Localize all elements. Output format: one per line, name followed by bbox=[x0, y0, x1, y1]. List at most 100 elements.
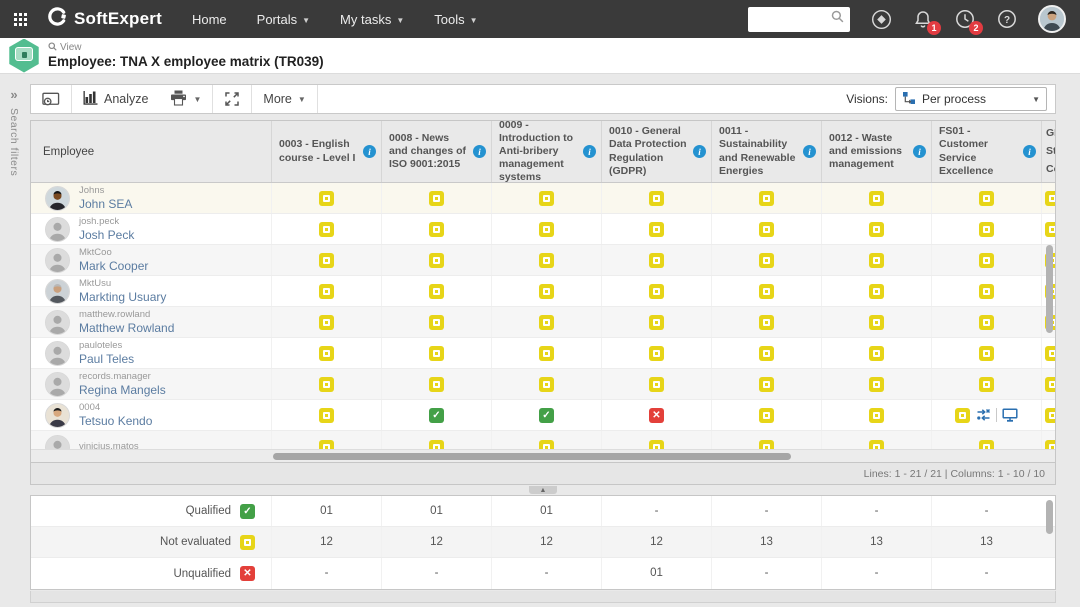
column-header-0003[interactable]: 0003 - English course - Level Ii bbox=[271, 121, 381, 182]
column-header-0011[interactable]: 0011 - Sustainability and Renewable Ener… bbox=[711, 121, 821, 182]
not-evaluated-status-icon[interactable] bbox=[759, 222, 774, 237]
analyze-button[interactable]: Analyze bbox=[72, 85, 159, 113]
fullscreen-button[interactable] bbox=[213, 85, 251, 113]
not-evaluated-status-icon[interactable] bbox=[319, 284, 334, 299]
info-icon[interactable]: i bbox=[473, 145, 486, 158]
pending-activities-icon[interactable]: 2 bbox=[954, 8, 976, 30]
softexpert-logo[interactable]: SoftExpert bbox=[48, 7, 162, 31]
qualified-status-icon[interactable]: ✓ bbox=[429, 408, 444, 423]
grid-vertical-scrollbar-thumb[interactable] bbox=[1046, 245, 1053, 333]
column-header-0012[interactable]: 0012 - Waste and emissions managementi bbox=[821, 121, 931, 182]
employee-row[interactable]: paulotelesPaul Teles bbox=[31, 338, 1055, 369]
employee-row[interactable]: 0004Tetsuo Kendo✓✓✕ bbox=[31, 400, 1055, 431]
not-evaluated-status-icon[interactable] bbox=[539, 191, 554, 206]
not-evaluated-status-icon[interactable] bbox=[429, 191, 444, 206]
not-evaluated-status-icon[interactable] bbox=[539, 253, 554, 268]
employee-name[interactable]: John SEA bbox=[79, 198, 132, 211]
not-evaluated-status-icon[interactable] bbox=[539, 284, 554, 299]
column-header-0010[interactable]: 0010 - General Data Protection Regulatio… bbox=[601, 121, 711, 182]
employee-row[interactable]: josh.peckJosh Peck bbox=[31, 214, 1055, 245]
not-evaluated-status-icon[interactable] bbox=[429, 315, 444, 330]
column-header-0008[interactable]: 0008 - News and changes of ISO 9001:2015… bbox=[381, 121, 491, 182]
not-evaluated-status-icon[interactable] bbox=[869, 346, 884, 361]
not-evaluated-status-icon[interactable] bbox=[539, 377, 554, 392]
print-dropdown-caret-icon[interactable]: ▼ bbox=[193, 95, 201, 104]
info-icon[interactable]: i bbox=[913, 145, 926, 158]
unqualified-status-icon[interactable]: ✕ bbox=[649, 408, 664, 423]
menu-item-home[interactable]: Home bbox=[192, 12, 227, 27]
qualified-status-icon[interactable]: ✓ bbox=[539, 408, 554, 423]
not-evaluated-status-icon[interactable] bbox=[979, 222, 994, 237]
column-header-fs01[interactable]: FS01 - Customer Service Excellencei bbox=[931, 121, 1041, 182]
summary-vertical-scrollbar-thumb[interactable] bbox=[1046, 500, 1053, 534]
splitter-handle[interactable]: ▲ bbox=[529, 486, 557, 494]
employee-row[interactable]: JohnsJohn SEA bbox=[31, 183, 1055, 214]
not-evaluated-status-icon[interactable] bbox=[869, 191, 884, 206]
not-evaluated-status-icon[interactable] bbox=[869, 222, 884, 237]
not-evaluated-status-icon[interactable] bbox=[955, 408, 970, 423]
not-evaluated-status-icon[interactable] bbox=[429, 222, 444, 237]
not-evaluated-status-icon[interactable] bbox=[649, 346, 664, 361]
notifications-bell-icon[interactable]: 1 bbox=[912, 8, 934, 30]
help-icon[interactable]: ? bbox=[996, 8, 1018, 30]
employee-row[interactable]: matthew.rowlandMatthew Rowland bbox=[31, 307, 1055, 338]
not-evaluated-status-icon[interactable] bbox=[319, 315, 334, 330]
column-header-0009[interactable]: 0009 - Introduction to Anti-bribery mana… bbox=[491, 121, 601, 182]
not-evaluated-status-icon[interactable] bbox=[759, 191, 774, 206]
info-icon[interactable]: i bbox=[1023, 145, 1036, 158]
not-evaluated-status-icon[interactable] bbox=[979, 346, 994, 361]
not-evaluated-status-icon[interactable] bbox=[869, 253, 884, 268]
not-evaluated-status-icon[interactable] bbox=[979, 253, 994, 268]
not-evaluated-status-icon[interactable] bbox=[869, 284, 884, 299]
not-evaluated-status-icon[interactable] bbox=[319, 191, 334, 206]
search-input[interactable] bbox=[754, 12, 831, 26]
not-evaluated-status-icon[interactable] bbox=[979, 284, 994, 299]
monitor-training-icon[interactable] bbox=[1002, 407, 1018, 423]
not-evaluated-status-icon[interactable] bbox=[759, 346, 774, 361]
grid-horizontal-scrollbar-thumb[interactable] bbox=[273, 453, 791, 460]
not-evaluated-status-icon[interactable] bbox=[759, 377, 774, 392]
not-evaluated-status-icon[interactable] bbox=[759, 253, 774, 268]
quick-access-icon[interactable] bbox=[870, 8, 892, 30]
employee-row[interactable]: MktUsuMarkting Usuary bbox=[31, 276, 1055, 307]
employee-row[interactable]: records.managerRegina Mangels bbox=[31, 369, 1055, 400]
info-icon[interactable]: i bbox=[803, 145, 816, 158]
not-evaluated-status-icon[interactable] bbox=[759, 315, 774, 330]
info-icon[interactable]: i bbox=[693, 145, 706, 158]
employee-name[interactable]: Mark Cooper bbox=[79, 260, 148, 273]
not-evaluated-status-icon[interactable] bbox=[429, 377, 444, 392]
more-button[interactable]: More ▼ bbox=[252, 85, 316, 113]
not-evaluated-status-icon[interactable] bbox=[319, 346, 334, 361]
menu-item-my-tasks[interactable]: My tasks▼ bbox=[340, 12, 404, 27]
not-evaluated-status-icon[interactable] bbox=[979, 315, 994, 330]
not-evaluated-status-icon[interactable] bbox=[539, 222, 554, 237]
search-filters-panel-toggle[interactable]: » Search filters bbox=[0, 83, 28, 607]
employee-name[interactable]: Paul Teles bbox=[79, 353, 134, 366]
visions-dropdown[interactable]: Per process ▼ bbox=[895, 87, 1047, 111]
not-evaluated-status-icon[interactable] bbox=[649, 284, 664, 299]
info-icon[interactable]: i bbox=[583, 145, 596, 158]
not-evaluated-status-icon[interactable] bbox=[759, 408, 774, 423]
print-button[interactable]: ▼ bbox=[159, 85, 212, 113]
not-evaluated-status-icon[interactable] bbox=[649, 191, 664, 206]
employee-name[interactable]: Tetsuo Kendo bbox=[79, 415, 152, 428]
not-evaluated-status-icon[interactable] bbox=[979, 377, 994, 392]
employee-name[interactable]: Josh Peck bbox=[79, 229, 134, 242]
employee-column-header[interactable]: Employee bbox=[31, 121, 271, 182]
not-evaluated-status-icon[interactable] bbox=[759, 284, 774, 299]
not-evaluated-status-icon[interactable] bbox=[539, 315, 554, 330]
not-evaluated-status-icon[interactable] bbox=[649, 222, 664, 237]
not-evaluated-status-icon[interactable] bbox=[429, 253, 444, 268]
not-evaluated-status-icon[interactable] bbox=[649, 253, 664, 268]
not-evaluated-status-icon[interactable] bbox=[869, 408, 884, 423]
display-settings-button[interactable] bbox=[31, 85, 71, 113]
app-grid-icon[interactable] bbox=[0, 0, 40, 38]
employee-name[interactable]: Matthew Rowland bbox=[79, 322, 174, 335]
not-evaluated-status-icon[interactable] bbox=[429, 346, 444, 361]
info-icon[interactable]: i bbox=[363, 145, 376, 158]
not-evaluated-status-icon[interactable] bbox=[429, 284, 444, 299]
not-evaluated-status-icon[interactable] bbox=[539, 346, 554, 361]
employee-name[interactable]: Regina Mangels bbox=[79, 384, 166, 397]
not-evaluated-status-icon[interactable] bbox=[979, 191, 994, 206]
not-evaluated-status-icon[interactable] bbox=[319, 222, 334, 237]
